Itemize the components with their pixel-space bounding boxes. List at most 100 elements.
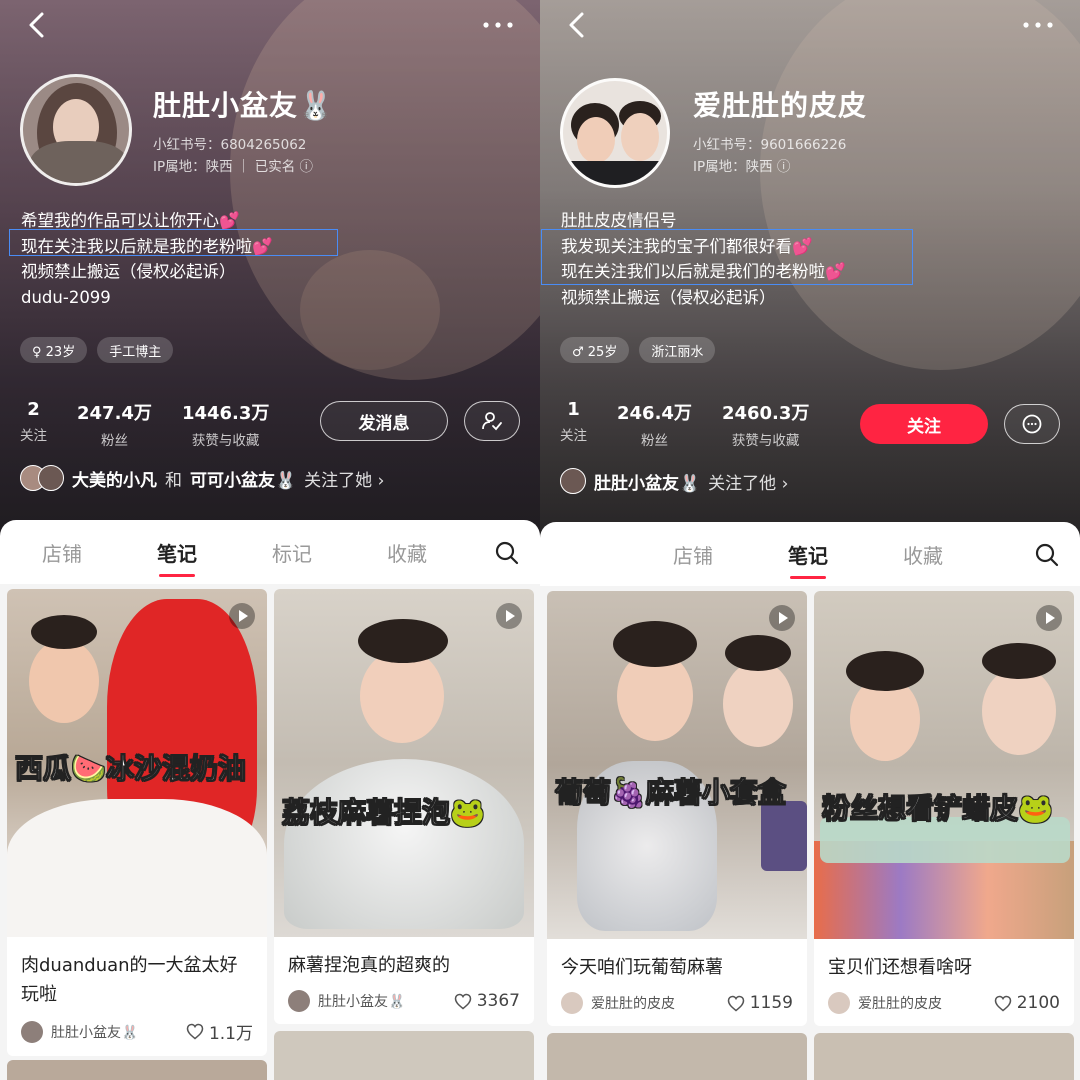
stat-likes[interactable]: 1446.3万 获赞与收藏 bbox=[182, 399, 269, 449]
note-card[interactable]: 葡萄🍇麻薯小套盒 今天咱们玩葡萄麻薯 爱肚肚的皮皮 1159 bbox=[547, 591, 807, 1026]
tab-shop[interactable]: 店铺 bbox=[673, 540, 713, 569]
note-card[interactable] bbox=[7, 1060, 267, 1080]
mutual-followers[interactable]: 大美的小凡 和 可可小盆友🐰 关注了她 › bbox=[20, 465, 384, 491]
mutual-followers[interactable]: 肚肚小盆友🐰 关注了他 › bbox=[560, 468, 788, 494]
cover-caption: 荔枝麻薯捏泡🐸 bbox=[282, 796, 486, 830]
like-count: 1.1万 bbox=[208, 1024, 253, 1044]
author-avatar bbox=[21, 1020, 43, 1043]
avatar[interactable] bbox=[20, 74, 132, 186]
user-id: 小红书号：6804265062 bbox=[153, 137, 307, 153]
user-check-icon bbox=[482, 412, 502, 431]
like-count: 3367 bbox=[476, 991, 520, 1011]
stat-following[interactable]: 2 关注 bbox=[20, 399, 47, 449]
heart-icon bbox=[186, 1023, 204, 1040]
top-bar bbox=[540, 8, 1080, 44]
message-button[interactable] bbox=[1004, 404, 1060, 444]
content-tabs: 店铺 笔记 标记 收藏 bbox=[0, 520, 540, 584]
like-button[interactable]: 1.1万 bbox=[186, 1019, 253, 1044]
age-tag: ♀ 23岁 bbox=[20, 337, 88, 363]
search-icon[interactable] bbox=[1034, 542, 1060, 568]
back-arrow-icon[interactable] bbox=[22, 8, 52, 42]
stat-likes[interactable]: 2460.3万 获赞与收藏 bbox=[722, 399, 809, 449]
send-message-button[interactable]: 发消息 bbox=[320, 401, 448, 441]
like-button[interactable]: 3367 bbox=[454, 991, 520, 1011]
note-title: 今天咱们玩葡萄麻薯 bbox=[561, 957, 723, 978]
ip-location: IP属地：陕西 ⓘ bbox=[693, 159, 791, 175]
age-tag: ♂ 25岁 bbox=[560, 337, 630, 363]
stat-following[interactable]: 1 关注 bbox=[560, 399, 587, 449]
author-name: 爱肚肚的皮皮 bbox=[858, 996, 942, 1012]
follow-status-button[interactable] bbox=[464, 401, 520, 441]
like-button[interactable]: 2100 bbox=[994, 993, 1060, 1013]
stat-followers[interactable]: 247.4万 粉丝 bbox=[77, 399, 152, 449]
video-play-icon bbox=[229, 603, 255, 629]
note-cover: 西瓜🍉冰沙混奶油 bbox=[7, 589, 267, 937]
tab-notes[interactable]: 笔记 bbox=[788, 540, 828, 579]
author-name: 肚肚小盆友🐰 bbox=[51, 1024, 139, 1041]
heart-icon bbox=[454, 993, 471, 1009]
tab-notes[interactable]: 笔记 bbox=[157, 538, 197, 577]
note-card[interactable]: 粉丝想看铲蜡皮🐸 宝贝们还想看啥呀 爱肚肚的皮皮 2100 bbox=[814, 591, 1074, 1026]
profile-panel-left: 肚肚小盆友🐰 小红书号：6804265062 IP属地：陕西 ｜ 已实名 ⓘ 希… bbox=[0, 0, 540, 1080]
profile-header: 肚肚小盆友🐰 小红书号：6804265062 IP属地：陕西 ｜ 已实名 ⓘ 希… bbox=[0, 0, 540, 540]
bio-line: 视频禁止搬运（侵权必起诉） bbox=[561, 287, 776, 307]
tab-shop[interactable]: 店铺 bbox=[42, 538, 82, 567]
conjunction: 和 bbox=[165, 470, 182, 491]
note-card[interactable]: 西瓜🍉冰沙混奶油 肉duanduan的一大盆太好玩啦 肚肚小盆友🐰 1.1万 bbox=[7, 589, 267, 1056]
search-icon[interactable] bbox=[494, 540, 520, 566]
note-card[interactable]: 荔枝麻薯捏泡🐸 麻薯捏泡真的超爽的 肚肚小盆友🐰 3367 bbox=[274, 589, 534, 1024]
bio-line: 视频禁止搬运（侵权必起诉） bbox=[21, 262, 236, 281]
tab-tagged[interactable]: 标记 bbox=[272, 538, 312, 567]
profile-name: 爱肚肚的皮皮 bbox=[693, 89, 868, 122]
ip-location: IP属地：陕西 ｜ 已实名 ⓘ bbox=[153, 159, 313, 175]
profile-panel-right: 爱肚肚的皮皮 小红书号：9601666226 IP属地：陕西 ⓘ 肚肚皮皮情侣号… bbox=[540, 0, 1080, 1080]
follow-button[interactable]: 关注 bbox=[860, 404, 988, 444]
followed-text: 关注了他 › bbox=[708, 473, 789, 494]
highlight-box bbox=[9, 229, 338, 256]
follower-name: 肚肚小盆友🐰 bbox=[594, 473, 701, 494]
like-count: 2100 bbox=[1016, 993, 1060, 1013]
tab-collections[interactable]: 收藏 bbox=[903, 540, 943, 569]
top-bar bbox=[0, 8, 540, 44]
note-card[interactable] bbox=[547, 1033, 807, 1080]
more-options-icon[interactable] bbox=[476, 8, 520, 42]
note-footer: 肚肚小盆友🐰 1.1万 bbox=[7, 1009, 267, 1056]
author-avatar bbox=[561, 992, 583, 1014]
profile-tags: ♂ 25岁 浙江丽水 bbox=[560, 337, 716, 363]
heart-icon bbox=[727, 995, 744, 1011]
note-cover: 荔枝麻薯捏泡🐸 bbox=[274, 589, 534, 937]
chat-bubble-icon bbox=[1022, 414, 1042, 434]
cover-caption: 葡萄🍇麻薯小套盒 bbox=[555, 776, 787, 810]
heart-icon bbox=[994, 995, 1011, 1011]
note-cover: 葡萄🍇麻薯小套盒 bbox=[547, 591, 807, 939]
bio: 希望我的作品可以让你开心💕 现在关注我以后就是我的老粉啦💕 视频禁止搬运（侵权必… bbox=[21, 208, 273, 310]
note-footer: 爱肚肚的皮皮 2100 bbox=[814, 982, 1074, 1026]
note-title: 麻薯捏泡真的超爽的 bbox=[288, 955, 450, 976]
note-card[interactable] bbox=[814, 1033, 1074, 1080]
video-play-icon bbox=[769, 605, 795, 631]
profile-name: 肚肚小盆友🐰 bbox=[153, 89, 334, 122]
video-play-icon bbox=[496, 603, 522, 629]
avatar[interactable] bbox=[560, 78, 670, 188]
more-options-icon[interactable] bbox=[1016, 8, 1060, 42]
profile-stats: 1 关注 246.4万 粉丝 2460.3万 获赞与收藏 bbox=[560, 399, 809, 449]
back-arrow-icon[interactable] bbox=[562, 8, 592, 42]
author-name: 肚肚小盆友🐰 bbox=[318, 994, 406, 1010]
follower-name: 大美的小凡 bbox=[72, 470, 157, 491]
bio-line: dudu-2099 bbox=[21, 287, 111, 307]
note-title: 宝贝们还想看啥呀 bbox=[828, 957, 972, 978]
like-button[interactable]: 1159 bbox=[727, 993, 793, 1013]
stat-followers[interactable]: 246.4万 粉丝 bbox=[617, 399, 692, 449]
cover-caption: 粉丝想看铲蜡皮🐸 bbox=[822, 792, 1054, 826]
author-avatar bbox=[288, 990, 310, 1012]
content-tabs: 店铺 笔记 收藏 bbox=[540, 522, 1080, 586]
avatar bbox=[38, 465, 64, 491]
category-tag: 手工博主 bbox=[97, 337, 174, 363]
tab-collections[interactable]: 收藏 bbox=[387, 538, 427, 567]
author-avatar bbox=[828, 992, 850, 1014]
note-card[interactable] bbox=[274, 1031, 534, 1080]
video-play-icon bbox=[1036, 605, 1062, 631]
profile-tags: ♀ 23岁 手工博主 bbox=[20, 337, 174, 363]
profile-header: 爱肚肚的皮皮 小红书号：9601666226 IP属地：陕西 ⓘ 肚肚皮皮情侣号… bbox=[540, 0, 1080, 540]
user-id: 小红书号：9601666226 bbox=[693, 137, 847, 153]
